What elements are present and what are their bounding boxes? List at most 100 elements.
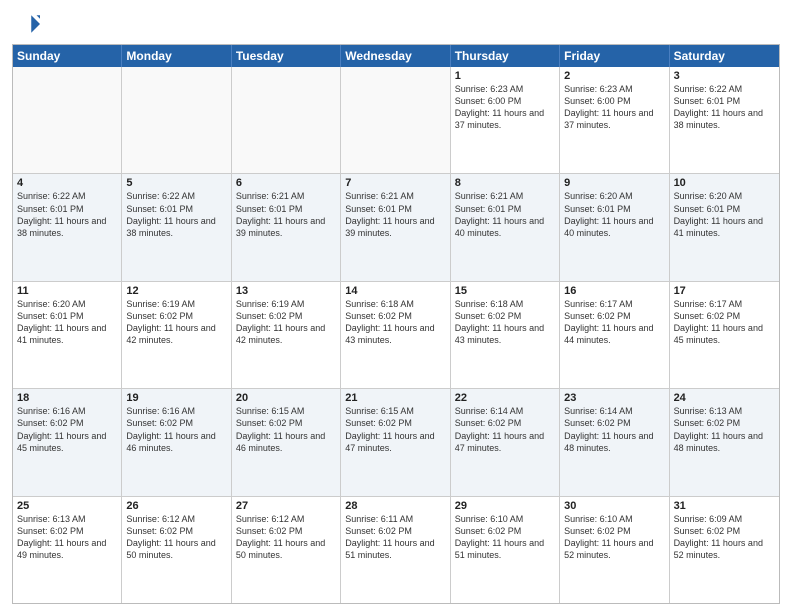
day-number: 23 [564, 392, 664, 404]
cell-info: Sunrise: 6:16 AMSunset: 6:02 PMDaylight:… [17, 405, 117, 454]
calendar: SundayMondayTuesdayWednesdayThursdayFrid… [12, 44, 780, 604]
cell-info: Sunrise: 6:11 AMSunset: 6:02 PMDaylight:… [345, 513, 445, 562]
header-day-tuesday: Tuesday [232, 45, 341, 67]
calendar-cell: 18Sunrise: 6:16 AMSunset: 6:02 PMDayligh… [13, 389, 122, 495]
calendar-header: SundayMondayTuesdayWednesdayThursdayFrid… [13, 45, 779, 67]
calendar-cell: 25Sunrise: 6:13 AMSunset: 6:02 PMDayligh… [13, 497, 122, 603]
header-day-monday: Monday [122, 45, 231, 67]
calendar-cell: 30Sunrise: 6:10 AMSunset: 6:02 PMDayligh… [560, 497, 669, 603]
day-number: 4 [17, 177, 117, 189]
calendar-cell: 26Sunrise: 6:12 AMSunset: 6:02 PMDayligh… [122, 497, 231, 603]
calendar-cell: 9Sunrise: 6:20 AMSunset: 6:01 PMDaylight… [560, 174, 669, 280]
cell-info: Sunrise: 6:13 AMSunset: 6:02 PMDaylight:… [674, 405, 775, 454]
calendar-cell: 5Sunrise: 6:22 AMSunset: 6:01 PMDaylight… [122, 174, 231, 280]
cell-info: Sunrise: 6:22 AMSunset: 6:01 PMDaylight:… [126, 190, 226, 239]
cell-info: Sunrise: 6:20 AMSunset: 6:01 PMDaylight:… [17, 298, 117, 347]
day-number: 18 [17, 392, 117, 404]
day-number: 20 [236, 392, 336, 404]
cell-info: Sunrise: 6:15 AMSunset: 6:02 PMDaylight:… [345, 405, 445, 454]
calendar-row-2: 4Sunrise: 6:22 AMSunset: 6:01 PMDaylight… [13, 174, 779, 281]
calendar-cell: 10Sunrise: 6:20 AMSunset: 6:01 PMDayligh… [670, 174, 779, 280]
header [12, 10, 780, 38]
day-number: 27 [236, 500, 336, 512]
cell-info: Sunrise: 6:10 AMSunset: 6:02 PMDaylight:… [564, 513, 664, 562]
header-day-wednesday: Wednesday [341, 45, 450, 67]
day-number: 25 [17, 500, 117, 512]
day-number: 17 [674, 285, 775, 297]
cell-info: Sunrise: 6:16 AMSunset: 6:02 PMDaylight:… [126, 405, 226, 454]
calendar-cell: 12Sunrise: 6:19 AMSunset: 6:02 PMDayligh… [122, 282, 231, 388]
calendar-cell [122, 67, 231, 173]
cell-info: Sunrise: 6:19 AMSunset: 6:02 PMDaylight:… [236, 298, 336, 347]
calendar-cell: 11Sunrise: 6:20 AMSunset: 6:01 PMDayligh… [13, 282, 122, 388]
calendar-cell: 24Sunrise: 6:13 AMSunset: 6:02 PMDayligh… [670, 389, 779, 495]
calendar-cell: 16Sunrise: 6:17 AMSunset: 6:02 PMDayligh… [560, 282, 669, 388]
day-number: 15 [455, 285, 555, 297]
calendar-cell: 27Sunrise: 6:12 AMSunset: 6:02 PMDayligh… [232, 497, 341, 603]
day-number: 24 [674, 392, 775, 404]
calendar-cell: 14Sunrise: 6:18 AMSunset: 6:02 PMDayligh… [341, 282, 450, 388]
day-number: 29 [455, 500, 555, 512]
day-number: 5 [126, 177, 226, 189]
day-number: 3 [674, 70, 775, 82]
cell-info: Sunrise: 6:18 AMSunset: 6:02 PMDaylight:… [455, 298, 555, 347]
calendar-cell: 13Sunrise: 6:19 AMSunset: 6:02 PMDayligh… [232, 282, 341, 388]
calendar-cell: 28Sunrise: 6:11 AMSunset: 6:02 PMDayligh… [341, 497, 450, 603]
day-number: 12 [126, 285, 226, 297]
cell-info: Sunrise: 6:18 AMSunset: 6:02 PMDaylight:… [345, 298, 445, 347]
day-number: 28 [345, 500, 445, 512]
day-number: 13 [236, 285, 336, 297]
header-day-thursday: Thursday [451, 45, 560, 67]
cell-info: Sunrise: 6:17 AMSunset: 6:02 PMDaylight:… [674, 298, 775, 347]
calendar-cell: 2Sunrise: 6:23 AMSunset: 6:00 PMDaylight… [560, 67, 669, 173]
header-day-sunday: Sunday [13, 45, 122, 67]
calendar-cell [341, 67, 450, 173]
calendar-cell: 3Sunrise: 6:22 AMSunset: 6:01 PMDaylight… [670, 67, 779, 173]
calendar-row-1: 1Sunrise: 6:23 AMSunset: 6:00 PMDaylight… [13, 67, 779, 174]
cell-info: Sunrise: 6:14 AMSunset: 6:02 PMDaylight:… [564, 405, 664, 454]
day-number: 6 [236, 177, 336, 189]
calendar-cell: 15Sunrise: 6:18 AMSunset: 6:02 PMDayligh… [451, 282, 560, 388]
header-day-friday: Friday [560, 45, 669, 67]
cell-info: Sunrise: 6:21 AMSunset: 6:01 PMDaylight:… [345, 190, 445, 239]
calendar-cell [232, 67, 341, 173]
calendar-cell: 31Sunrise: 6:09 AMSunset: 6:02 PMDayligh… [670, 497, 779, 603]
day-number: 7 [345, 177, 445, 189]
cell-info: Sunrise: 6:20 AMSunset: 6:01 PMDaylight:… [674, 190, 775, 239]
calendar-cell: 6Sunrise: 6:21 AMSunset: 6:01 PMDaylight… [232, 174, 341, 280]
cell-info: Sunrise: 6:20 AMSunset: 6:01 PMDaylight:… [564, 190, 664, 239]
day-number: 10 [674, 177, 775, 189]
cell-info: Sunrise: 6:23 AMSunset: 6:00 PMDaylight:… [564, 83, 664, 132]
cell-info: Sunrise: 6:09 AMSunset: 6:02 PMDaylight:… [674, 513, 775, 562]
day-number: 30 [564, 500, 664, 512]
calendar-cell: 1Sunrise: 6:23 AMSunset: 6:00 PMDaylight… [451, 67, 560, 173]
day-number: 11 [17, 285, 117, 297]
cell-info: Sunrise: 6:19 AMSunset: 6:02 PMDaylight:… [126, 298, 226, 347]
cell-info: Sunrise: 6:13 AMSunset: 6:02 PMDaylight:… [17, 513, 117, 562]
logo-icon [12, 10, 40, 38]
day-number: 21 [345, 392, 445, 404]
calendar-cell: 19Sunrise: 6:16 AMSunset: 6:02 PMDayligh… [122, 389, 231, 495]
day-number: 9 [564, 177, 664, 189]
day-number: 31 [674, 500, 775, 512]
calendar-cell: 17Sunrise: 6:17 AMSunset: 6:02 PMDayligh… [670, 282, 779, 388]
page: SundayMondayTuesdayWednesdayThursdayFrid… [0, 0, 792, 612]
cell-info: Sunrise: 6:10 AMSunset: 6:02 PMDaylight:… [455, 513, 555, 562]
cell-info: Sunrise: 6:12 AMSunset: 6:02 PMDaylight:… [236, 513, 336, 562]
cell-info: Sunrise: 6:14 AMSunset: 6:02 PMDaylight:… [455, 405, 555, 454]
calendar-row-5: 25Sunrise: 6:13 AMSunset: 6:02 PMDayligh… [13, 497, 779, 603]
cell-info: Sunrise: 6:21 AMSunset: 6:01 PMDaylight:… [236, 190, 336, 239]
header-day-saturday: Saturday [670, 45, 779, 67]
cell-info: Sunrise: 6:22 AMSunset: 6:01 PMDaylight:… [17, 190, 117, 239]
cell-info: Sunrise: 6:22 AMSunset: 6:01 PMDaylight:… [674, 83, 775, 132]
day-number: 22 [455, 392, 555, 404]
calendar-cell: 21Sunrise: 6:15 AMSunset: 6:02 PMDayligh… [341, 389, 450, 495]
cell-info: Sunrise: 6:23 AMSunset: 6:00 PMDaylight:… [455, 83, 555, 132]
calendar-cell: 23Sunrise: 6:14 AMSunset: 6:02 PMDayligh… [560, 389, 669, 495]
calendar-cell: 29Sunrise: 6:10 AMSunset: 6:02 PMDayligh… [451, 497, 560, 603]
day-number: 14 [345, 285, 445, 297]
day-number: 26 [126, 500, 226, 512]
calendar-cell: 7Sunrise: 6:21 AMSunset: 6:01 PMDaylight… [341, 174, 450, 280]
calendar-cell: 20Sunrise: 6:15 AMSunset: 6:02 PMDayligh… [232, 389, 341, 495]
day-number: 19 [126, 392, 226, 404]
